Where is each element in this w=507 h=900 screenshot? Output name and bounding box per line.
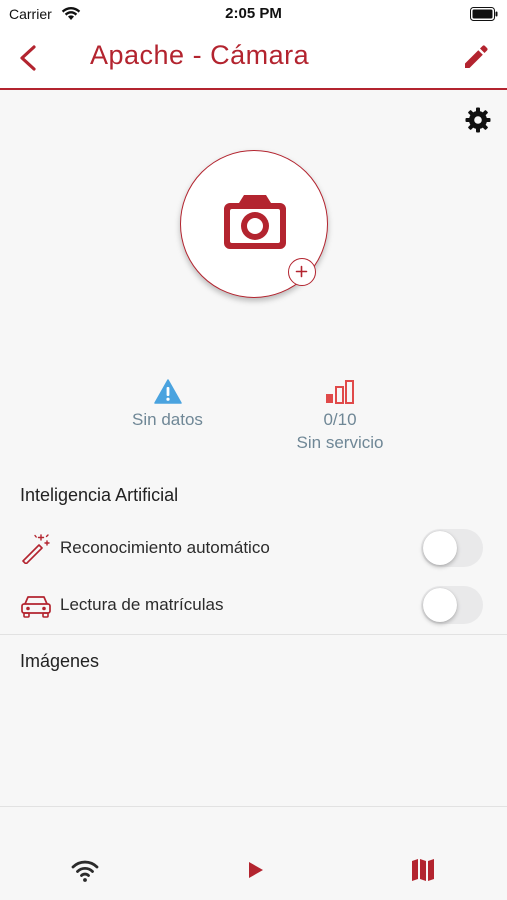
data-status-label: Sin datos — [132, 410, 203, 429]
images-section-title: Imágenes — [20, 651, 100, 671]
toggle-knob — [423, 588, 457, 622]
auto-recognition-row: Reconocimiento automático — [0, 520, 507, 576]
plate-reading-toggle[interactable] — [421, 586, 483, 624]
camera-icon — [224, 195, 286, 249]
back-button[interactable] — [14, 42, 44, 74]
magic-wand-icon — [22, 534, 50, 564]
auto-recognition-label: Reconocimiento automático — [60, 538, 270, 557]
car-icon — [21, 596, 51, 618]
service-status-label: Sin servicio — [296, 433, 384, 452]
wifi-icon — [71, 860, 99, 882]
warning-icon — [153, 379, 182, 404]
page-title: Apache - Cámara — [90, 40, 310, 70]
plate-reading-row: Lectura de matrículas — [0, 577, 507, 633]
ai-section-title: Inteligencia Artificial — [20, 485, 179, 505]
status-time: 2:05 PM — [225, 5, 282, 22]
chevron-left-icon — [20, 45, 36, 71]
pencil-icon — [465, 45, 488, 68]
navigation-bar: Apache - Cámara — [0, 28, 507, 90]
plus-icon — [295, 265, 308, 278]
battery-icon — [470, 7, 498, 26]
add-photo-button[interactable] — [288, 258, 316, 286]
edit-button[interactable] — [461, 42, 491, 72]
data-status: Sin datos — [110, 376, 225, 431]
tab-map[interactable] — [407, 855, 439, 885]
auto-recognition-toggle[interactable] — [421, 529, 483, 567]
service-status: 0/10 Sin servicio — [280, 376, 400, 454]
plate-reading-label: Lectura de matrículas — [60, 595, 224, 614]
status-bar: Carrier 2:05 PM — [0, 0, 507, 28]
tab-bar — [0, 807, 507, 900]
tab-connection[interactable] — [69, 855, 101, 885]
divider — [0, 634, 507, 635]
settings-button[interactable] — [465, 107, 491, 133]
map-icon — [412, 859, 434, 881]
screen: Carrier 2:05 PM Apache - Cámara Sin dato… — [0, 0, 507, 900]
gear-icon — [465, 107, 491, 133]
play-icon — [249, 862, 263, 878]
toggle-knob — [423, 531, 457, 565]
tab-play[interactable] — [240, 855, 272, 885]
signal-bars-icon — [326, 380, 354, 404]
service-count: 0/10 — [323, 410, 357, 429]
